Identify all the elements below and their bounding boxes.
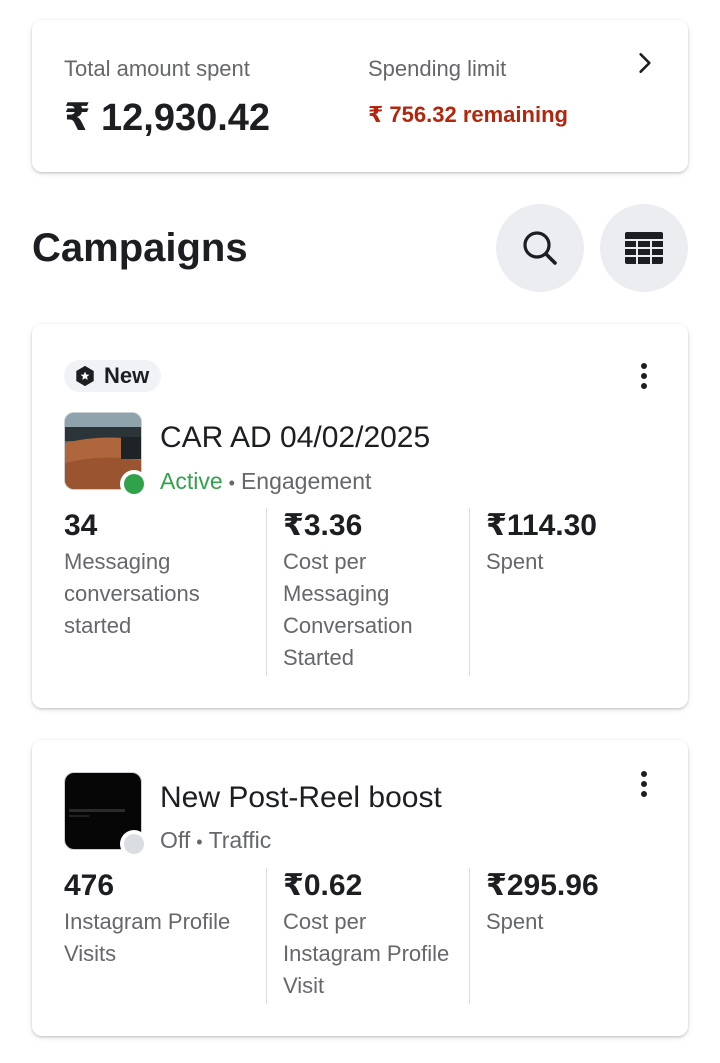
campaign-status: Off <box>160 827 191 853</box>
metric-value: ₹0.62 <box>283 869 363 902</box>
metric-spent: ₹114.30 Spent <box>469 508 671 676</box>
campaign-thumbnail <box>64 412 148 498</box>
status-indicator <box>120 470 148 498</box>
spending-limit-remaining: ₹ 756.32 remaining <box>368 102 568 127</box>
campaign-card[interactable]: New CAR AD 04/02/2025 Active • Engagement … <box>32 324 688 708</box>
search-button[interactable] <box>496 204 584 292</box>
campaign-status: Active <box>160 468 223 494</box>
chevron-right-icon[interactable] <box>632 50 658 76</box>
status-indicator <box>120 830 148 858</box>
metric-value: 34 <box>64 509 98 542</box>
metric-label: Cost per Instagram Profile Visit <box>283 909 450 998</box>
metric-label: Spent <box>486 909 544 934</box>
status-dot-off <box>124 834 144 854</box>
metric-value: ₹295.96 <box>486 869 599 902</box>
metric-value: ₹114.30 <box>486 509 597 542</box>
new-badge: New <box>64 360 162 392</box>
new-badge-label: New <box>104 363 150 388</box>
total-spent-section: Total amount spent ₹ 12,930.42 <box>64 56 270 140</box>
total-spent-label: Total amount spent <box>64 56 250 81</box>
spend-summary-card[interactable]: Total amount spent ₹ 12,930.42 Spending … <box>32 20 688 172</box>
metric-results: 476 Instagram Profile Visits <box>64 868 266 1004</box>
campaign-subtitle: Off • Traffic <box>160 826 271 856</box>
table-view-button[interactable] <box>600 204 688 292</box>
metric-label: Instagram Profile Visits <box>64 909 231 966</box>
campaign-thumbnail <box>64 772 148 858</box>
spending-limit-section: Spending limit ₹ 756.32 remaining <box>368 56 568 128</box>
more-options-icon[interactable] <box>640 362 648 390</box>
metric-label: Spent <box>486 549 544 574</box>
separator: • <box>228 473 235 493</box>
metric-cost-per-result: ₹3.36 Cost per Messaging Conversation St… <box>266 508 469 676</box>
total-spent-amount: ₹ 12,930.42 <box>64 97 271 139</box>
search-icon <box>523 231 557 265</box>
metric-spent: ₹295.96 Spent <box>469 868 671 1004</box>
more-options-icon[interactable] <box>640 770 648 798</box>
metric-label: Cost per Messaging Conversation Started <box>283 549 413 670</box>
campaign-name[interactable]: CAR AD 04/02/2025 <box>160 420 430 456</box>
campaign-objective: Traffic <box>208 827 272 853</box>
status-dot-active <box>124 474 144 494</box>
page-title: Campaigns <box>32 226 248 270</box>
table-view-icon <box>625 232 663 264</box>
campaign-name[interactable]: New Post-Reel boost <box>160 780 442 816</box>
metric-label: Messaging conversations started <box>64 549 200 638</box>
metric-results: 34 Messaging conversations started <box>64 508 266 676</box>
campaign-objective: Engagement <box>240 468 372 494</box>
campaign-subtitle: Active • Engagement <box>160 467 371 497</box>
separator: • <box>196 832 203 852</box>
metric-value: 476 <box>64 869 115 902</box>
spending-limit-label: Spending limit <box>368 56 507 81</box>
metric-value: ₹3.36 <box>283 509 363 542</box>
campaign-metrics: 34 Messaging conversations started ₹3.36… <box>64 508 672 676</box>
campaign-card[interactable]: New Post-Reel boost Off • Traffic 476 Inst… <box>32 740 688 1036</box>
hexagon-star-icon <box>76 365 94 387</box>
campaign-metrics: 476 Instagram Profile Visits ₹0.62 Cost … <box>64 868 672 1004</box>
metric-cost-per-result: ₹0.62 Cost per Instagram Profile Visit <box>266 868 469 1004</box>
